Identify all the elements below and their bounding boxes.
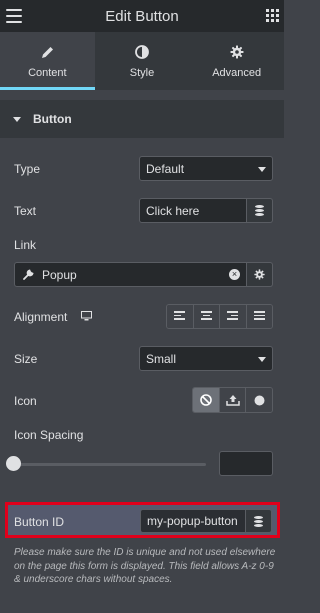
- database-icon: [254, 515, 263, 527]
- gear-icon: [230, 43, 244, 61]
- chevron-down-icon: [258, 167, 266, 172]
- link-value: Popup: [42, 267, 77, 282]
- type-select-value: Default: [146, 161, 185, 176]
- gear-icon: [254, 269, 265, 280]
- alignment-group: [166, 304, 273, 329]
- type-label: Type: [14, 162, 41, 176]
- half-circle-contrast-icon: [135, 43, 149, 61]
- icon-library-button[interactable]: [246, 388, 272, 412]
- align-justify-icon: [253, 311, 265, 322]
- clear-icon[interactable]: ×: [229, 269, 240, 280]
- database-icon: [255, 205, 264, 216]
- icon-spacing-label: Icon Spacing: [14, 428, 84, 442]
- tab-content[interactable]: Content: [0, 32, 95, 90]
- tab-advanced-label: Advanced: [212, 67, 262, 79]
- icon-spacing-input[interactable]: [219, 451, 273, 476]
- align-justify-button[interactable]: [246, 305, 272, 328]
- icon-label: Icon: [14, 394, 37, 408]
- align-left-icon: [174, 311, 186, 322]
- size-select-value: Small: [146, 351, 177, 366]
- text-label: Text: [14, 204, 37, 218]
- text-dynamic-tags-button[interactable]: [247, 198, 273, 223]
- caret-down-icon: [13, 116, 21, 122]
- section-button-header[interactable]: Button: [0, 100, 284, 138]
- tab-content-label: Content: [28, 67, 67, 79]
- button-id-row: Button ID my-popup-button: [5, 502, 280, 538]
- link-label: Link: [14, 238, 37, 252]
- desktop-icon[interactable]: [81, 311, 92, 321]
- chevron-down-icon: [258, 357, 266, 362]
- alignment-label: Alignment: [14, 310, 68, 324]
- hamburger-menu-icon[interactable]: [6, 9, 22, 23]
- button-id-input[interactable]: my-popup-button: [140, 509, 246, 533]
- type-select[interactable]: Default: [139, 156, 273, 181]
- circle-icon: [254, 395, 265, 405]
- wrench-icon: [23, 269, 34, 280]
- icon-spacing-slider-handle[interactable]: [6, 456, 21, 471]
- link-settings-button[interactable]: [247, 262, 273, 287]
- align-right-button[interactable]: [220, 305, 247, 328]
- panel-title: Edit Button: [105, 7, 179, 25]
- size-select[interactable]: Small: [139, 346, 273, 371]
- ban-icon: [200, 394, 212, 406]
- link-input[interactable]: Popup ×: [14, 262, 247, 287]
- button-id-label: Button ID: [14, 515, 65, 529]
- button-id-dynamic-tags-button[interactable]: [246, 509, 272, 533]
- pencil-icon: [41, 43, 54, 61]
- grid-apps-icon[interactable]: [266, 9, 279, 22]
- align-left-button[interactable]: [167, 305, 194, 328]
- tab-advanced[interactable]: Advanced: [189, 32, 284, 90]
- upload-icon: [225, 395, 240, 406]
- section-button-label: Button: [33, 112, 72, 126]
- editor-tabs: Content Style Advanced: [0, 32, 284, 90]
- align-center-button[interactable]: [193, 305, 220, 328]
- icon-choice-group: [192, 387, 273, 413]
- size-label: Size: [14, 352, 38, 366]
- button-id-help-text: Please make sure the ID is unique and no…: [14, 547, 276, 585]
- tab-style-label: Style: [129, 67, 155, 79]
- icon-upload-button[interactable]: [219, 388, 247, 412]
- align-right-icon: [227, 311, 239, 322]
- tab-style[interactable]: Style: [95, 32, 190, 90]
- text-input[interactable]: Click here: [139, 198, 247, 223]
- align-center-icon: [200, 311, 212, 322]
- editor-header: Edit Button: [0, 0, 284, 32]
- icon-spacing-slider-track[interactable]: [14, 463, 206, 466]
- icon-none-button[interactable]: [193, 388, 220, 412]
